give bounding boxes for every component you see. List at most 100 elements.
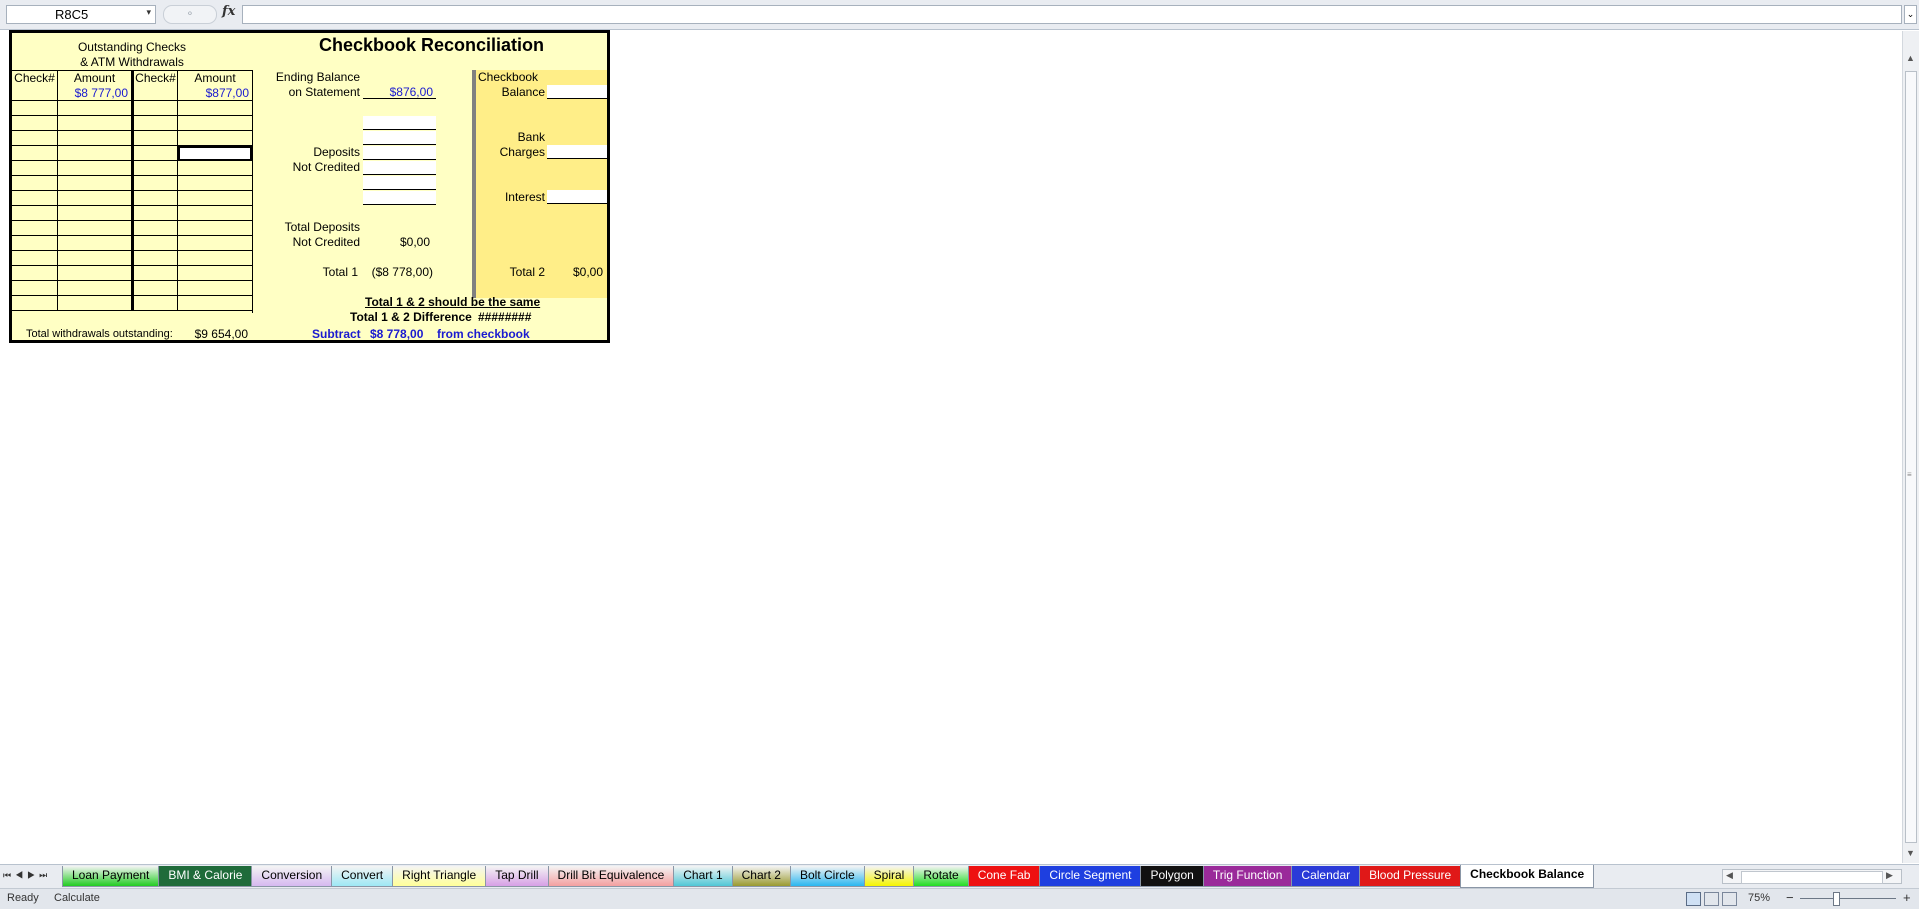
check-cell[interactable]	[12, 266, 58, 281]
amount-cell[interactable]	[58, 281, 132, 296]
expand-formula-bar-icon[interactable]: ⌄	[1904, 5, 1917, 24]
first-sheet-icon[interactable]: ⏮	[3, 870, 15, 880]
col-header-amount2[interactable]: Amount	[178, 71, 252, 86]
scroll-down-icon[interactable]: ▼	[1906, 848, 1915, 858]
amount-cell[interactable]	[178, 236, 252, 251]
subtract-value[interactable]: $8 778,00	[370, 327, 423, 341]
tab-checkbook-balance[interactable]: Checkbook Balance	[1460, 865, 1595, 888]
zoom-slider[interactable]	[1800, 898, 1896, 899]
difference-value[interactable]: ########	[478, 310, 531, 324]
scroll-up-icon[interactable]: ▲	[1906, 53, 1915, 63]
checkbook-balance-input[interactable]	[547, 85, 607, 99]
check-cell[interactable]	[132, 236, 178, 251]
name-box-value[interactable]: R8C5	[55, 7, 88, 22]
amount-cell[interactable]	[178, 296, 252, 311]
amount-cell[interactable]	[58, 161, 132, 176]
scroll-right-icon[interactable]: ▶	[1886, 870, 1893, 881]
tab-cone-fab[interactable]: Cone Fab	[967, 866, 1041, 887]
prev-sheet-icon[interactable]: ◀	[15, 870, 27, 880]
check-cell[interactable]	[12, 146, 58, 161]
bank-charges-input[interactable]	[547, 145, 607, 159]
tab-tap-drill[interactable]: Tap Drill	[485, 866, 549, 887]
check-cell[interactable]	[12, 86, 58, 101]
amount-cell[interactable]	[178, 206, 252, 221]
amount-cell[interactable]	[58, 266, 132, 281]
total1-value[interactable]: ($8 778,00)	[363, 265, 433, 279]
selected-cell[interactable]	[178, 146, 252, 161]
amount-cell[interactable]	[58, 206, 132, 221]
tab-chart-2[interactable]: Chart 2	[731, 866, 791, 887]
total-deposits-value[interactable]: $0,00	[363, 235, 430, 249]
deposit-input-6[interactable]	[363, 191, 436, 205]
amount-cell[interactable]: $8 777,00	[58, 86, 132, 101]
tab-bmi-calorie[interactable]: BMI & Calorie	[158, 866, 253, 887]
amount-cell[interactable]	[58, 176, 132, 191]
deposit-input-2[interactable]	[363, 131, 436, 145]
amount-cell[interactable]	[178, 116, 252, 131]
next-sheet-icon[interactable]: ▶	[27, 870, 39, 880]
amount-cell[interactable]	[178, 131, 252, 146]
check-cell[interactable]	[12, 236, 58, 251]
amount-cell[interactable]	[178, 101, 252, 116]
amount-cell[interactable]	[58, 101, 132, 116]
check-cell[interactable]	[12, 281, 58, 296]
tab-rotate[interactable]: Rotate	[913, 866, 969, 887]
deposit-input-4[interactable]	[363, 161, 436, 175]
tab-trig-function[interactable]: Trig Function	[1202, 866, 1293, 887]
zoom-level[interactable]: 75%	[1748, 892, 1770, 904]
col-header-check1[interactable]: Check#	[12, 71, 58, 86]
check-cell[interactable]	[12, 101, 58, 116]
amount-cell[interactable]	[178, 161, 252, 176]
zoom-slider-thumb[interactable]	[1833, 892, 1840, 906]
amount-cell[interactable]	[58, 296, 132, 311]
check-cell[interactable]	[132, 266, 178, 281]
tab-blood-pressure[interactable]: Blood Pressure	[1359, 866, 1462, 887]
vertical-scrollbar[interactable]: ▲ ≡ ▼	[1902, 31, 1919, 863]
check-cell[interactable]	[12, 191, 58, 206]
amount-cell[interactable]	[178, 281, 252, 296]
check-cell[interactable]	[12, 206, 58, 221]
check-cell[interactable]	[12, 116, 58, 131]
check-cell[interactable]	[132, 221, 178, 236]
col-header-check2[interactable]: Check#	[132, 71, 178, 86]
tab-spiral[interactable]: Spiral	[863, 866, 915, 887]
interest-input[interactable]	[547, 190, 607, 204]
check-cell[interactable]	[12, 296, 58, 311]
tab-circle-segment[interactable]: Circle Segment	[1039, 866, 1142, 887]
ending-balance-value[interactable]: $876,00	[363, 85, 433, 99]
amount-cell[interactable]	[58, 251, 132, 266]
normal-view-icon[interactable]	[1686, 892, 1701, 906]
check-cell[interactable]	[132, 86, 178, 101]
tab-calendar[interactable]: Calendar	[1291, 866, 1361, 887]
page-break-view-icon[interactable]	[1722, 892, 1737, 906]
amount-cell[interactable]	[178, 221, 252, 236]
name-box[interactable]: R8C5 ▾	[6, 5, 156, 24]
amount-cell[interactable]: $877,00	[178, 86, 252, 101]
amount-cell[interactable]	[178, 266, 252, 281]
amount-cell[interactable]	[58, 191, 132, 206]
tab-bolt-circle[interactable]: Bolt Circle	[789, 866, 865, 887]
zoom-out-icon[interactable]: −	[1786, 890, 1794, 905]
hscroll[interactable]: ◀ ▶	[1722, 869, 1902, 884]
check-cell[interactable]	[132, 161, 178, 176]
tab-conversion[interactable]: Conversion	[251, 866, 333, 887]
check-cell[interactable]	[132, 131, 178, 146]
amount-cell[interactable]	[178, 251, 252, 266]
check-cell[interactable]	[132, 296, 178, 311]
check-cell[interactable]	[132, 206, 178, 221]
amount-cell[interactable]	[58, 236, 132, 251]
amount-cell[interactable]	[58, 221, 132, 236]
amount-cell[interactable]	[58, 146, 132, 161]
zoom-in-icon[interactable]: +	[1903, 890, 1911, 905]
tab-polygon[interactable]: Polygon	[1140, 866, 1204, 887]
total-withdrawals-value[interactable]: $9 654,00	[162, 327, 248, 341]
amount-cell[interactable]	[178, 191, 252, 206]
deposit-input-1[interactable]	[363, 116, 436, 130]
chevron-down-icon[interactable]: ▾	[146, 7, 151, 18]
check-cell[interactable]	[132, 146, 178, 161]
insert-function-icon[interactable]: fx	[222, 4, 235, 19]
check-cell[interactable]	[12, 131, 58, 146]
col-header-amount1[interactable]: Amount	[58, 71, 132, 86]
deposit-input-3[interactable]	[363, 146, 436, 160]
formula-input[interactable]	[242, 5, 1902, 24]
